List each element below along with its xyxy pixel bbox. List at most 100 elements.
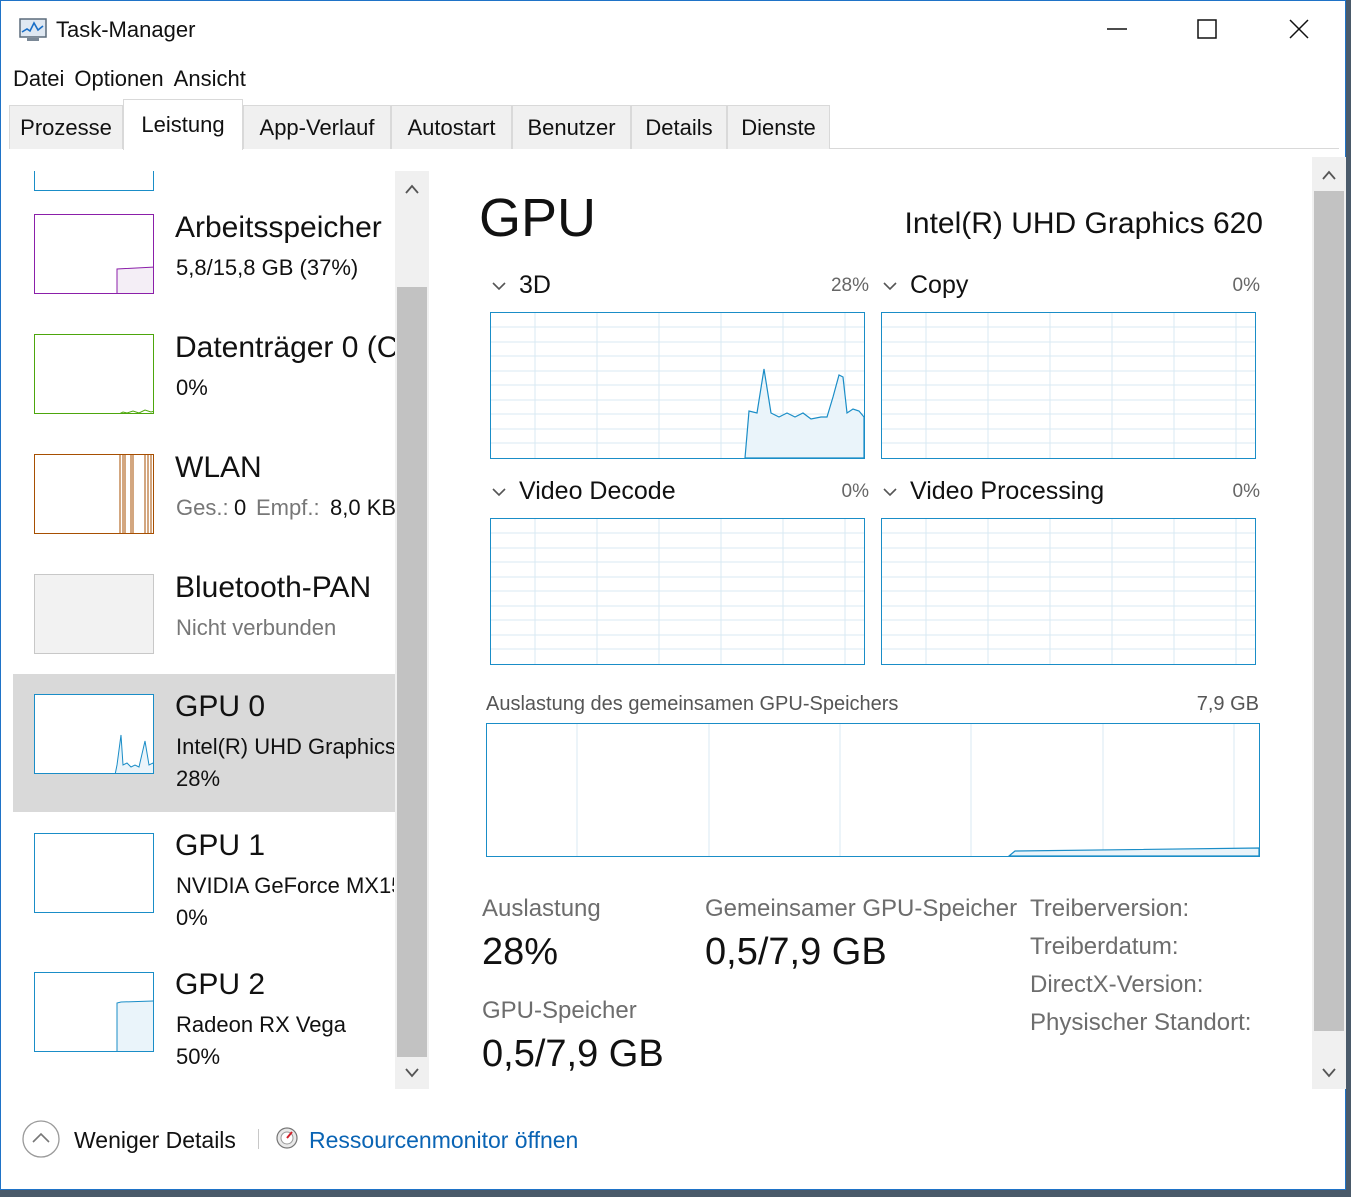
device-memory[interactable]: Arbeitsspeicher 5,8/15,8 GB (37%) xyxy=(13,193,395,331)
menu-options[interactable]: Optionen xyxy=(72,63,171,95)
device-model: Intel(R) UHD Graphics 620 xyxy=(176,734,394,759)
engine-video-processing-graph xyxy=(881,518,1256,665)
maximize-icon xyxy=(1197,19,1217,39)
wlan-receive-label: Empf.: xyxy=(256,495,320,520)
shared-memory-max: 7,9 GB xyxy=(1196,693,1259,715)
chevron-down-icon xyxy=(492,487,506,496)
close-button[interactable] xyxy=(1253,1,1345,57)
disk-thumbnail xyxy=(34,334,154,414)
memory-thumbnail xyxy=(34,214,154,294)
detail-model: Intel(R) UHD Graphics 620 xyxy=(904,207,1263,240)
task-manager-app-icon xyxy=(19,17,47,43)
driver-version-label: Treiberversion: xyxy=(1030,895,1190,922)
device-wlan[interactable]: WLAN Ges.: 0 Empf.: 8,0 KB xyxy=(13,433,395,571)
fewer-details-link[interactable]: Weniger Details xyxy=(74,1127,236,1154)
tab-users[interactable]: Benutzer xyxy=(512,105,631,149)
device-list: Arbeitsspeicher 5,8/15,8 GB (37%) Datent… xyxy=(13,171,395,1089)
device-name: GPU 0 xyxy=(175,690,266,723)
device-list-scrollbar[interactable] xyxy=(395,171,429,1089)
device-value: 0% xyxy=(176,375,208,400)
wlan-send-label: Ges.: xyxy=(176,495,229,520)
device-model: Radeon RX Vega xyxy=(176,1012,347,1037)
menu-file[interactable]: Datei xyxy=(1,63,72,95)
scroll-up-arrow[interactable] xyxy=(397,175,427,203)
maximize-button[interactable] xyxy=(1161,1,1253,57)
engine-copy-graph xyxy=(881,312,1256,459)
close-icon xyxy=(1289,19,1309,39)
device-disk[interactable]: Datenträger 0 (C 0% xyxy=(13,313,395,451)
minimize-button[interactable] xyxy=(1071,1,1163,57)
tab-bar: Prozesse Leistung App-Verlauf Autostart … xyxy=(9,99,1339,150)
device-name: WLAN xyxy=(175,451,262,484)
resource-monitor-icon xyxy=(276,1127,298,1149)
device-model: NVIDIA GeForce MX150 xyxy=(176,873,394,898)
task-manager-window: Task-Manager Datei Optionen Ansicht Proz… xyxy=(0,0,1346,1190)
collapse-circle-icon xyxy=(22,1120,60,1158)
wlan-receive-value: 8,0 KB xyxy=(330,495,395,520)
device-value: 28% xyxy=(176,766,221,791)
utilization-value: 28% xyxy=(482,931,559,973)
gpu0-thumbnail xyxy=(34,694,154,774)
physical-location-label: Physischer Standort: xyxy=(1030,1009,1252,1036)
engine-label: Video Decode xyxy=(519,477,676,505)
tab-services[interactable]: Dienste xyxy=(727,105,830,149)
chevron-down-icon xyxy=(883,487,897,496)
engine-percent: 0% xyxy=(1232,481,1260,502)
scroll-thumb[interactable] xyxy=(1314,191,1344,1031)
device-name: GPU 1 xyxy=(175,829,266,862)
device-name: Arbeitsspeicher xyxy=(175,211,382,244)
menu-bar: Datei Optionen Ansicht xyxy=(1,63,254,95)
engine-video-decode-selector[interactable]: Video Decode xyxy=(491,477,676,506)
chevron-down-icon xyxy=(1322,1068,1336,1078)
scroll-up-arrow[interactable] xyxy=(1314,161,1344,189)
engine-label: Copy xyxy=(910,271,969,299)
device-value: 5,8/15,8 GB (37%) xyxy=(176,255,359,280)
scroll-down-arrow[interactable] xyxy=(397,1059,427,1087)
tab-details[interactable]: Details xyxy=(631,105,727,149)
tab-processes[interactable]: Prozesse xyxy=(9,105,123,149)
shared-memory-graph xyxy=(486,723,1260,857)
footer: Weniger Details Ressourcenmonitor öffnen xyxy=(1,1101,1345,1185)
window-title: Task-Manager xyxy=(56,17,196,42)
tab-performance[interactable]: Leistung xyxy=(123,99,243,150)
gpu-memory-label: GPU-Speicher xyxy=(482,997,637,1024)
device-name: GPU 2 xyxy=(175,968,266,1001)
title-bar[interactable]: Task-Manager xyxy=(1,1,1345,57)
scroll-thumb[interactable] xyxy=(397,287,427,1057)
engine-copy-selector[interactable]: Copy xyxy=(882,271,968,300)
tab-startup[interactable]: Autostart xyxy=(391,105,512,149)
tab-app-history[interactable]: App-Verlauf xyxy=(243,105,391,149)
engine-3d-selector[interactable]: 3D xyxy=(491,271,551,300)
driver-date-label: Treiberdatum: xyxy=(1030,933,1179,960)
gpu-memory-value: 0,5/7,9 GB xyxy=(482,1033,664,1075)
shared-gpu-memory-label: Gemeinsamer GPU-Speicher xyxy=(705,895,1018,922)
shared-memory-label: Auslastung des gemeinsamen GPU-Speichers xyxy=(486,693,899,715)
device-gpu-0[interactable]: GPU 0 Intel(R) UHD Graphics 620 28% xyxy=(13,674,395,812)
engine-video-processing-selector[interactable]: Video Processing xyxy=(882,477,1104,506)
chevron-up-icon xyxy=(1322,170,1336,180)
device-value: 50% xyxy=(176,1044,221,1069)
engine-percent: 28% xyxy=(830,275,869,296)
device-gpu-2[interactable]: GPU 2 Radeon RX Vega 50% xyxy=(13,952,395,1089)
utilization-label: Auslastung xyxy=(482,895,601,922)
menu-view[interactable]: Ansicht xyxy=(172,63,254,95)
device-gpu-1[interactable]: GPU 1 NVIDIA GeForce MX150 0% xyxy=(13,813,395,951)
device-bluetooth[interactable]: Bluetooth-PAN Nicht verbunden xyxy=(13,553,395,691)
chevron-down-icon xyxy=(883,281,897,290)
shared-gpu-memory-value: 0,5/7,9 GB xyxy=(705,931,887,973)
device-name: Datenträger 0 (C xyxy=(175,331,395,364)
gpu2-thumbnail xyxy=(34,972,154,1052)
wlan-thumbnail xyxy=(34,454,154,534)
directx-version-label: DirectX-Version: xyxy=(1030,971,1204,998)
gpu-detail-pane: GPU Intel(R) UHD Graphics 620 3D 28% Cop… xyxy=(431,157,1311,1089)
detail-scrollbar[interactable] xyxy=(1312,157,1346,1089)
engine-percent: 0% xyxy=(1232,275,1260,296)
engine-percent: 0% xyxy=(841,481,869,502)
device-value: 0% xyxy=(176,905,208,930)
open-resource-monitor-link[interactable]: Ressourcenmonitor öffnen xyxy=(309,1127,578,1154)
device-status: Nicht verbunden xyxy=(176,615,337,640)
fewer-details-toggle[interactable] xyxy=(21,1119,61,1159)
chevron-down-icon xyxy=(492,281,506,290)
footer-divider xyxy=(258,1129,259,1149)
scroll-down-arrow[interactable] xyxy=(1314,1059,1344,1087)
